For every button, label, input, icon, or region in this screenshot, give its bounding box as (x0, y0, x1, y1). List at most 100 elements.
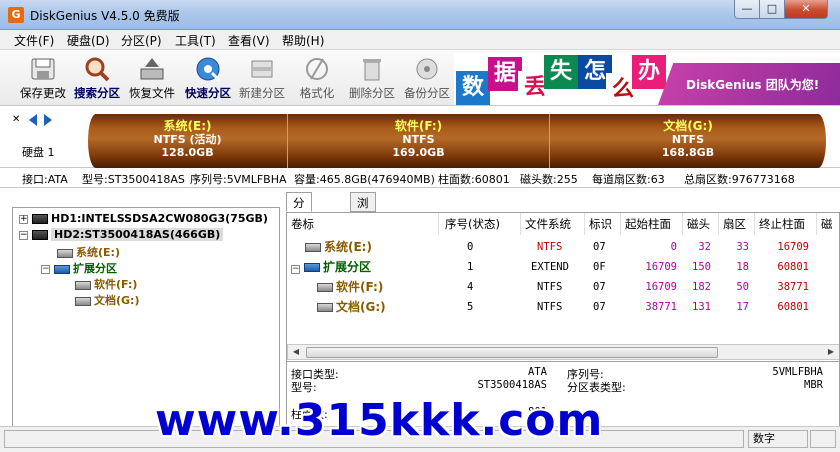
format-icon (306, 58, 328, 80)
extended-partition-icon (304, 263, 320, 272)
menu-disk[interactable]: 硬盘(D) (67, 32, 110, 49)
partition-icon (75, 296, 91, 306)
tree-item-hd1[interactable]: + HD1:INTELSSDSA2CW080G3(75GB) (19, 212, 268, 228)
info-interface: 接口:ATA (22, 173, 68, 186)
column-header-label[interactable]: 卷标 (287, 213, 439, 235)
prev-disk-icon[interactable] (29, 114, 37, 126)
collapse-icon[interactable]: − (41, 264, 50, 274)
close-button[interactable]: ✕ (784, 0, 828, 19)
table-row[interactable]: − 扩展分区 1 EXTEND 0F 16709 150 18 60801 (287, 257, 839, 277)
info-sectors-per-track: 每道扇区数:63 (592, 173, 665, 186)
tree-item-documents-partition[interactable]: 文档(G:) (75, 292, 139, 308)
collapse-icon[interactable]: − (19, 230, 28, 240)
close-disk-bar-icon[interactable]: ✕ (12, 114, 20, 125)
partition-block-system[interactable]: 系统(E:) NTFS (活动) 128.0GB (88, 114, 288, 168)
partition-block-software[interactable]: 软件(F:) NTFS 169.0GB (288, 114, 550, 168)
tree-item-software-partition[interactable]: 软件(F:) (75, 276, 137, 292)
quick-partition-button[interactable]: 快速分区 (179, 52, 237, 104)
save-icon (31, 58, 55, 80)
partition-icon (317, 303, 333, 312)
hard-disk-icon (32, 230, 48, 240)
search-partition-button[interactable]: 搜索分区 (68, 52, 126, 104)
partition-icon (317, 283, 333, 292)
expand-icon[interactable]: + (19, 214, 28, 224)
title-bar: G DiskGenius V4.5.0 免费版 — □ ✕ (0, 0, 840, 30)
column-header-more[interactable]: 磁 (817, 213, 839, 235)
column-header-start-cyl[interactable]: 起始柱面 (621, 213, 683, 235)
column-header-head[interactable]: 磁头 (683, 213, 719, 235)
new-partition-button[interactable]: 新建分区 (233, 52, 291, 104)
format-button[interactable]: 格式化 (288, 52, 346, 104)
partition-block-documents[interactable]: 文档(G:) NTFS 168.8GB (550, 114, 826, 168)
new-partition-icon (251, 60, 273, 78)
recover-file-icon (140, 58, 164, 80)
collapse-icon[interactable]: − (291, 265, 300, 274)
window-title: DiskGenius V4.5.0 免费版 (30, 9, 180, 23)
detail-partition-type-value: MBR (804, 379, 823, 391)
quick-partition-icon (196, 57, 221, 82)
info-total-sectors: 总扇区数:976773168 (684, 173, 795, 186)
disk-info-row: 接口:ATA 型号:ST3500418AS 序列号:5VMLFBHA 容量:46… (0, 168, 840, 188)
partition-icon (305, 243, 321, 252)
next-disk-icon[interactable] (44, 114, 52, 126)
hard-disk-icon (32, 214, 48, 224)
table-row[interactable]: 软件(F:) 4 NTFS 07 16709 182 50 38771 (287, 277, 839, 297)
backup-partition-button[interactable]: 备份分区 (398, 52, 456, 104)
detail-interface-value: ATA (528, 366, 547, 378)
partition-table: 卷标 序号(状态) 文件系统 标识 起始柱面 磁头 扇区 终止柱面 磁 系统(E… (286, 212, 840, 362)
tree-item-system-partition[interactable]: 系统(E:) (57, 244, 120, 260)
info-capacity: 容量:465.8GB(476940MB) (294, 173, 435, 186)
save-changes-button[interactable]: 保存更改 (14, 52, 72, 104)
delete-partition-button[interactable]: 删除分区 (343, 52, 401, 104)
scroll-left-icon[interactable]: ◀ (289, 346, 303, 358)
disk-label: 硬盘 1 (22, 146, 55, 159)
menu-file[interactable]: 文件(F) (14, 32, 54, 49)
banner-tile: 据 (488, 57, 522, 91)
info-heads: 磁头数:255 (520, 173, 578, 186)
partition-icon (75, 280, 91, 290)
info-serial: 序列号:5VMLFBHA (190, 173, 287, 186)
status-numlock: 数字 (748, 430, 808, 448)
banner-tile: 办 (632, 55, 666, 89)
table-row[interactable]: 文档(G:) 5 NTFS 07 38771 131 17 60801 (287, 297, 839, 317)
disk-map-bar: ✕ 硬盘 1 系统(E:) NTFS (活动) 128.0GB 软件(F:) N… (0, 106, 840, 168)
scroll-right-icon[interactable]: ▶ (824, 346, 838, 358)
recover-file-button[interactable]: 恢复文件 (123, 52, 181, 104)
info-model: 型号:ST3500418AS (82, 173, 185, 186)
banner-tile: 数 (456, 71, 490, 105)
horizontal-scrollbar[interactable]: ◀ ▶ (287, 344, 839, 360)
search-partition-icon (85, 57, 110, 82)
app-icon: G (8, 7, 24, 23)
column-header-fs[interactable]: 文件系统 (521, 213, 585, 235)
info-cylinders: 柱面数:60801 (438, 173, 510, 186)
scrollbar-thumb[interactable] (306, 347, 718, 358)
menu-partition[interactable]: 分区(P) (121, 32, 162, 49)
tab-browse-files[interactable]: 浏览文件 (350, 192, 376, 258)
delete-partition-icon (363, 59, 381, 81)
maximize-button[interactable]: □ (759, 0, 785, 19)
column-header-end-cyl[interactable]: 终止柱面 (755, 213, 817, 235)
menu-bar: 文件(F) 硬盘(D) 分区(P) 工具(T) 查看(V) 帮助(H) (0, 30, 840, 50)
column-header-sector[interactable]: 扇区 (719, 213, 755, 235)
menu-help[interactable]: 帮助(H) (282, 32, 324, 49)
table-row[interactable]: 系统(E:) 0 NTFS 07 0 32 33 16709 (287, 237, 839, 257)
promo-banner[interactable]: 数 据 丢 失 怎 么 办 DiskGenius 团队为您! (454, 53, 840, 105)
tree-item-hd2[interactable]: − HD2:ST3500418AS(466GB) (19, 228, 224, 244)
disk-cylinder: 系统(E:) NTFS (活动) 128.0GB 软件(F:) NTFS 169… (88, 114, 826, 168)
menu-tools[interactable]: 工具(T) (175, 32, 216, 49)
partition-icon (57, 248, 73, 258)
detail-model-label: 型号: (291, 381, 317, 394)
detail-model-value: ST3500418AS (477, 379, 547, 391)
extended-partition-icon (54, 264, 70, 274)
detail-partition-type-label: 分区表类型: (567, 381, 626, 394)
column-header-id[interactable]: 标识 (585, 213, 621, 235)
detail-serial-value: 5VMLFBHA (772, 366, 823, 378)
column-header-seq[interactable]: 序号(状态) (441, 213, 521, 235)
status-grip (810, 430, 836, 448)
banner-slogan: DiskGenius 团队为您! (686, 78, 820, 92)
watermark-text: www.315kkk.com (155, 395, 604, 446)
minimize-button[interactable]: — (734, 0, 760, 19)
tree-item-extended-partition[interactable]: − 扩展分区 (41, 260, 117, 276)
menu-view[interactable]: 查看(V) (228, 32, 270, 49)
tab-partition-params[interactable]: 分区参数 (286, 192, 312, 258)
